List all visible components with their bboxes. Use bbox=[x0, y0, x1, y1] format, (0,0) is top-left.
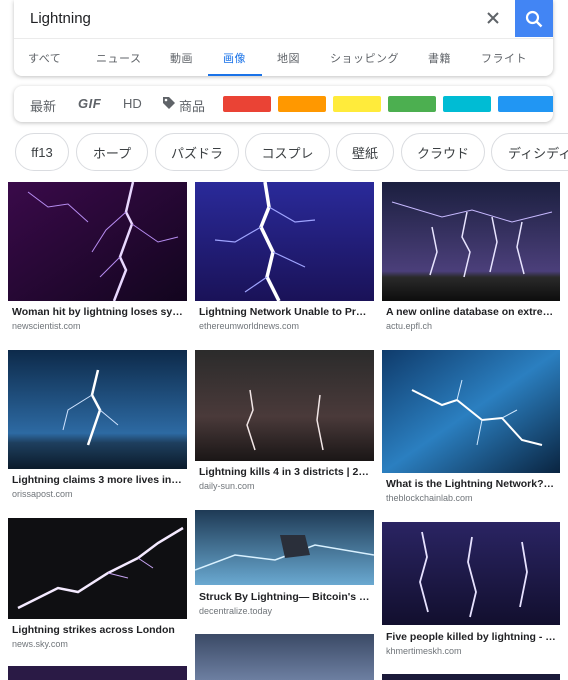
result-title[interactable]: Lightning claims 3 more lives in s... bbox=[12, 474, 183, 486]
tab-maps[interactable]: 地図 bbox=[277, 50, 300, 66]
image-result[interactable]: What is the Lightning Network? - ... the… bbox=[382, 350, 560, 506]
chip-hope[interactable]: ホープ bbox=[76, 133, 148, 171]
search-input[interactable]: Lightning bbox=[30, 10, 91, 27]
search-button[interactable] bbox=[515, 0, 553, 37]
result-source: decentralize.today bbox=[199, 606, 273, 616]
active-tab-indicator bbox=[208, 74, 262, 76]
tab-flights[interactable]: フライト bbox=[481, 50, 527, 66]
filter-bar: 最新 GIF HD 商品 bbox=[14, 86, 553, 122]
color-filter-yellow[interactable] bbox=[333, 96, 381, 112]
image-result[interactable]: Lightning Network Unable to Proc... ethe… bbox=[195, 182, 374, 334]
result-source: actu.epfl.ch bbox=[386, 321, 433, 331]
result-title[interactable]: What is the Lightning Network? - ... bbox=[386, 478, 556, 490]
color-filter-orange[interactable] bbox=[278, 96, 326, 112]
filter-product[interactable]: 商品 bbox=[179, 96, 205, 115]
color-filter-blue[interactable] bbox=[498, 96, 553, 112]
result-source: orissapost.com bbox=[12, 489, 73, 499]
search-card: Lightning すべて ニュース 動画 画像 地図 ショッピング 書籍 フラ… bbox=[14, 0, 553, 76]
related-search-chips: ff13 ホープ パズドラ コスプレ 壁紙 クラウド ディシディア bbox=[0, 132, 568, 172]
result-title[interactable]: A new online database on extrem... bbox=[386, 306, 556, 318]
result-title[interactable]: Woman hit by lightning loses syn... bbox=[12, 306, 183, 318]
image-result[interactable]: Five people killed by lightning - K... k… bbox=[382, 522, 560, 658]
tab-images[interactable]: 画像 bbox=[223, 50, 246, 66]
tab-shopping[interactable]: ショッピング bbox=[330, 50, 399, 66]
lightning-thumbnail bbox=[195, 510, 374, 585]
result-title[interactable]: Lightning kills 4 in 3 districts | 20... bbox=[199, 466, 370, 478]
result-source: khmertimeskh.com bbox=[386, 646, 462, 656]
chip-cosplay[interactable]: コスプレ bbox=[245, 133, 330, 171]
tab-books[interactable]: 書籍 bbox=[428, 50, 451, 66]
result-source: ethereumworldnews.com bbox=[199, 321, 300, 331]
lightning-thumbnail bbox=[382, 522, 560, 625]
filter-hd[interactable]: HD bbox=[123, 96, 142, 111]
image-result-partial[interactable] bbox=[8, 666, 187, 680]
lightning-thumbnail bbox=[195, 350, 374, 461]
chip-puzzle-dragons[interactable]: パズドラ bbox=[155, 133, 239, 171]
image-result[interactable]: Lightning kills 4 in 3 districts | 20...… bbox=[195, 350, 374, 494]
filter-recent[interactable]: 最新 bbox=[30, 96, 56, 115]
result-title[interactable]: Lightning strikes across London bbox=[12, 624, 183, 636]
chip-cloud[interactable]: クラウド bbox=[401, 133, 485, 171]
lightning-thumbnail bbox=[8, 350, 187, 469]
image-result[interactable]: A new online database on extrem... actu.… bbox=[382, 182, 560, 334]
image-result[interactable]: Struck By Lightning— Bitcoin's Tr... dec… bbox=[195, 510, 374, 622]
image-result[interactable]: Woman hit by lightning loses syn... news… bbox=[8, 182, 187, 334]
result-title[interactable]: Five people killed by lightning - K... bbox=[386, 631, 556, 643]
search-bar[interactable]: Lightning bbox=[14, 0, 553, 37]
result-title[interactable]: Lightning Network Unable to Proc... bbox=[199, 306, 370, 318]
color-filter-green[interactable] bbox=[388, 96, 436, 112]
result-source: theblockchainlab.com bbox=[386, 493, 473, 503]
clear-icon[interactable] bbox=[481, 6, 505, 30]
search-tabs: すべて ニュース 動画 画像 地図 ショッピング 書籍 フライト bbox=[14, 38, 553, 76]
tab-videos[interactable]: 動画 bbox=[170, 50, 193, 66]
lightning-thumbnail bbox=[8, 518, 187, 619]
image-result-partial[interactable] bbox=[195, 634, 374, 680]
tab-all[interactable]: すべて bbox=[28, 50, 61, 66]
image-result[interactable]: Lightning strikes across London news.sky… bbox=[8, 518, 187, 652]
tag-icon bbox=[163, 97, 175, 109]
search-icon bbox=[525, 10, 543, 27]
color-filter-red[interactable] bbox=[223, 96, 271, 112]
color-filter-teal[interactable] bbox=[443, 96, 491, 112]
image-result-partial[interactable] bbox=[382, 674, 560, 680]
result-source: newscientist.com bbox=[12, 321, 81, 331]
image-result[interactable]: Lightning claims 3 more lives in s... or… bbox=[8, 350, 187, 502]
result-source: news.sky.com bbox=[12, 639, 68, 649]
result-title[interactable]: Struck By Lightning— Bitcoin's Tr... bbox=[199, 591, 370, 603]
lightning-thumbnail bbox=[382, 350, 560, 473]
tab-news[interactable]: ニュース bbox=[96, 50, 141, 66]
lightning-thumbnail bbox=[382, 182, 560, 301]
chip-ff13[interactable]: ff13 bbox=[15, 133, 69, 171]
chip-wallpaper[interactable]: 壁紙 bbox=[336, 133, 394, 171]
chip-dissidia[interactable]: ディシディア bbox=[491, 133, 568, 171]
lightning-thumbnail bbox=[8, 182, 187, 301]
lightning-thumbnail bbox=[195, 182, 374, 301]
filter-gif[interactable]: GIF bbox=[78, 96, 101, 111]
result-source: daily-sun.com bbox=[199, 481, 255, 491]
